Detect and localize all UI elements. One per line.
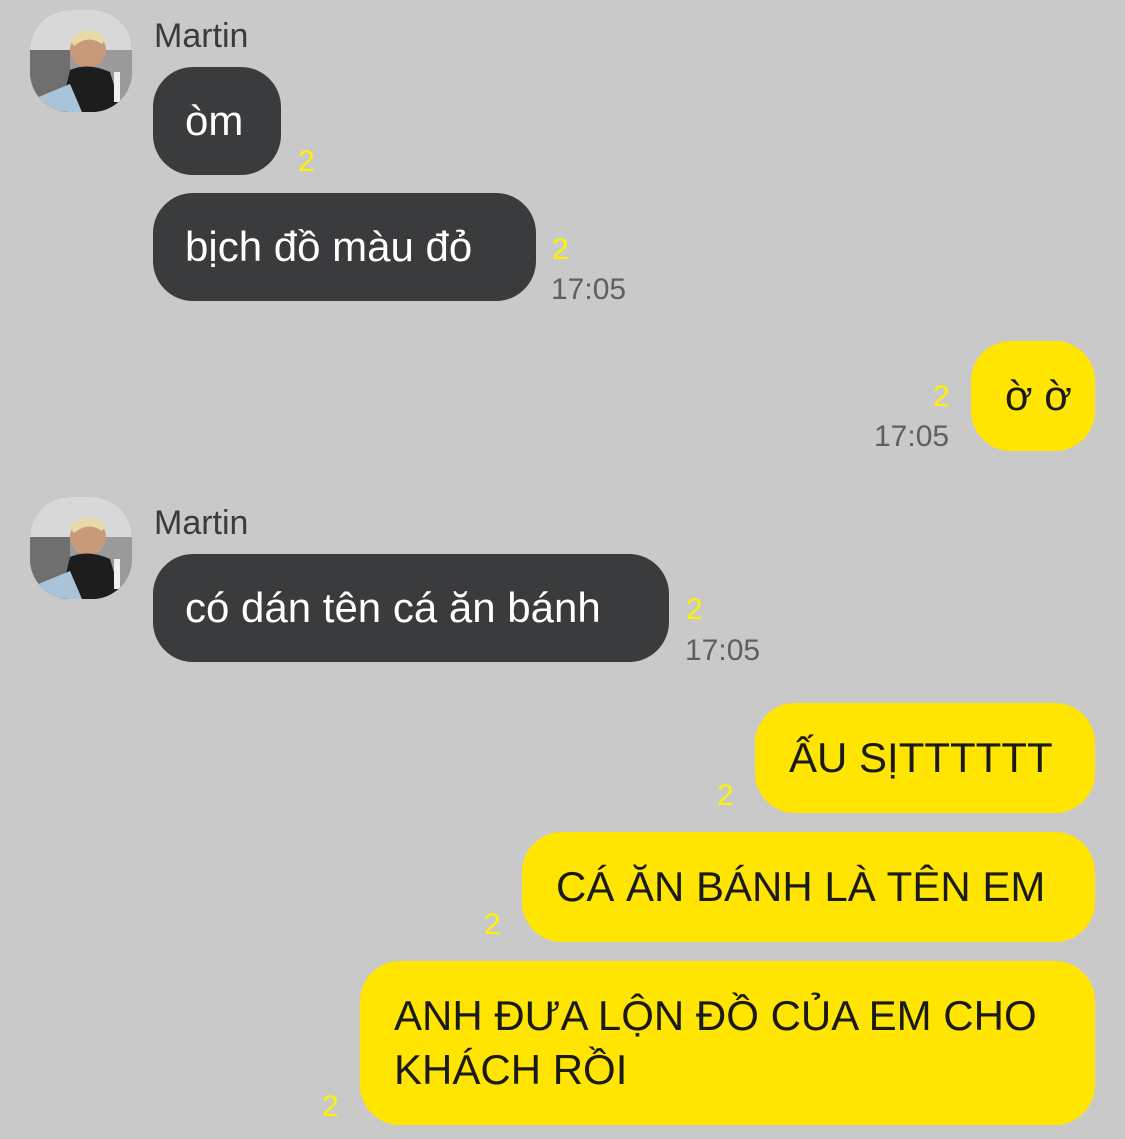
unread-count: 2	[552, 233, 569, 266]
avatar[interactable]	[30, 10, 132, 112]
message-bubble-outgoing[interactable]: CÁ ĂN BÁNH LÀ TÊN EM	[522, 832, 1095, 942]
message-text-line: KHÁCH RỒI	[394, 1046, 628, 1093]
message-text: òm	[185, 97, 244, 144]
sender-name: Martin	[154, 504, 249, 542]
message-text: ờ ờ	[1005, 372, 1072, 419]
message-bubble-incoming[interactable]: bịch đồ màu đỏ	[153, 193, 536, 301]
unread-count: 2	[717, 779, 734, 812]
message-bubble-incoming[interactable]: òm	[153, 67, 281, 175]
unread-count: 2	[484, 908, 501, 941]
unread-count: 2	[298, 145, 315, 178]
unread-count: 2	[322, 1090, 339, 1123]
message-text-line: ANH ĐƯA LỘN ĐỒ CỦA EM CHO	[394, 992, 1037, 1039]
message-bubble-outgoing[interactable]: ẤU SỊTTTTTT	[755, 703, 1095, 813]
message-text: ANH ĐƯA LỘN ĐỒ CỦA EM CHO KHÁCH RỒI	[394, 989, 1037, 1097]
message-bubble-outgoing[interactable]: ờ ờ	[971, 341, 1095, 451]
message-bubble-incoming[interactable]: có dán tên cá ăn bánh	[153, 554, 669, 662]
message-time: 17:05	[874, 420, 950, 453]
message-text: có dán tên cá ăn bánh	[185, 584, 601, 631]
unread-count: 2	[933, 380, 950, 413]
sender-name: Martin	[154, 17, 249, 55]
message-text: ẤU SỊTTTTTT	[789, 734, 1053, 781]
avatar[interactable]	[30, 497, 132, 599]
unread-count: 2	[686, 593, 703, 626]
message-bubble-outgoing[interactable]: ANH ĐƯA LỘN ĐỒ CỦA EM CHO KHÁCH RỒI	[360, 961, 1095, 1125]
message-text: bịch đồ màu đỏ	[185, 223, 473, 270]
message-time: 17:05	[685, 634, 761, 667]
message-text: CÁ ĂN BÁNH LÀ TÊN EM	[556, 863, 1046, 910]
message-time: 17:05	[551, 273, 627, 306]
